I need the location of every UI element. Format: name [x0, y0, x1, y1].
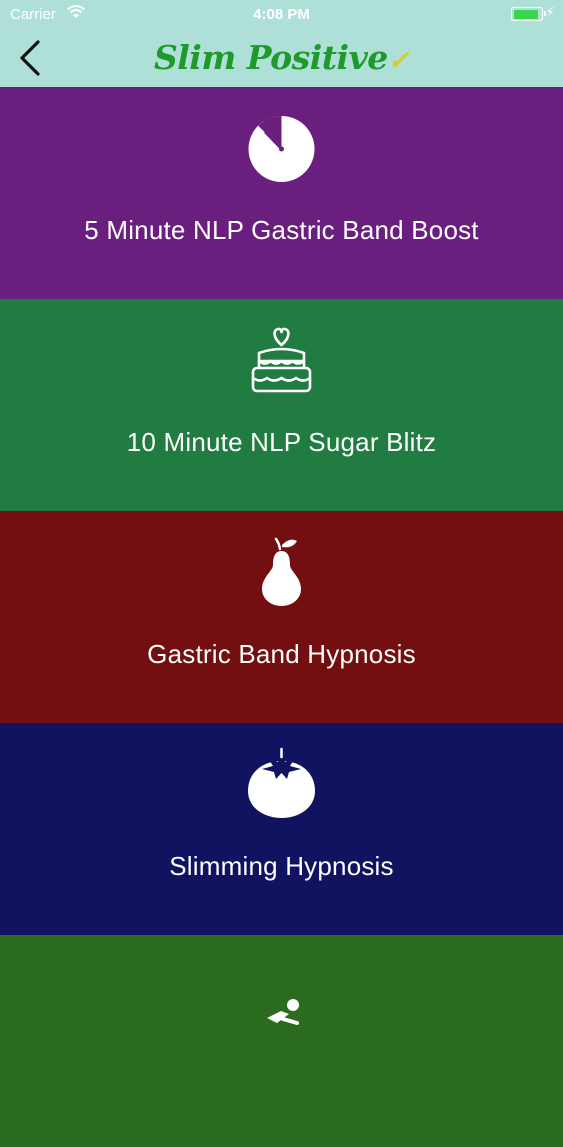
cake-icon — [245, 323, 318, 396]
menu-item-label: 5 Minute NLP Gastric Band Boost — [84, 215, 479, 245]
tomato-icon — [245, 747, 318, 820]
navigation-bar: Slim Positive✓ — [0, 30, 563, 87]
timer-icon — [245, 111, 318, 184]
check-icon: ✓ — [387, 46, 410, 76]
pear-icon — [245, 535, 318, 608]
menu-list: 5 Minute NLP Gastric Band Boost 10 Minut… — [0, 87, 563, 1147]
menu-item-gastric-band-boost[interactable]: 5 Minute NLP Gastric Band Boost — [0, 87, 563, 299]
app-logo-text: Slim Positive — [153, 38, 388, 77]
menu-item-slimming-hypnosis[interactable]: Slimming Hypnosis — [0, 723, 563, 935]
runner-icon — [245, 959, 318, 1032]
status-time: 4:08 PM — [253, 6, 310, 23]
menu-item-label: Gastric Band Hypnosis — [147, 639, 416, 669]
status-bar: Carrier 4:08 PM ⚡ — [0, 0, 563, 30]
app-logo: Slim Positive✓ — [0, 38, 563, 77]
menu-item-sugar-blitz[interactable]: 10 Minute NLP Sugar Blitz — [0, 299, 563, 511]
menu-item-running[interactable] — [0, 935, 563, 1147]
battery-icon — [511, 7, 546, 21]
menu-item-gastric-band-hypnosis[interactable]: Gastric Band Hypnosis — [0, 511, 563, 723]
menu-item-label: Slimming Hypnosis — [169, 851, 394, 881]
menu-item-label: 10 Minute NLP Sugar Blitz — [126, 427, 437, 457]
charging-bolt-icon: ⚡ — [545, 4, 555, 20]
